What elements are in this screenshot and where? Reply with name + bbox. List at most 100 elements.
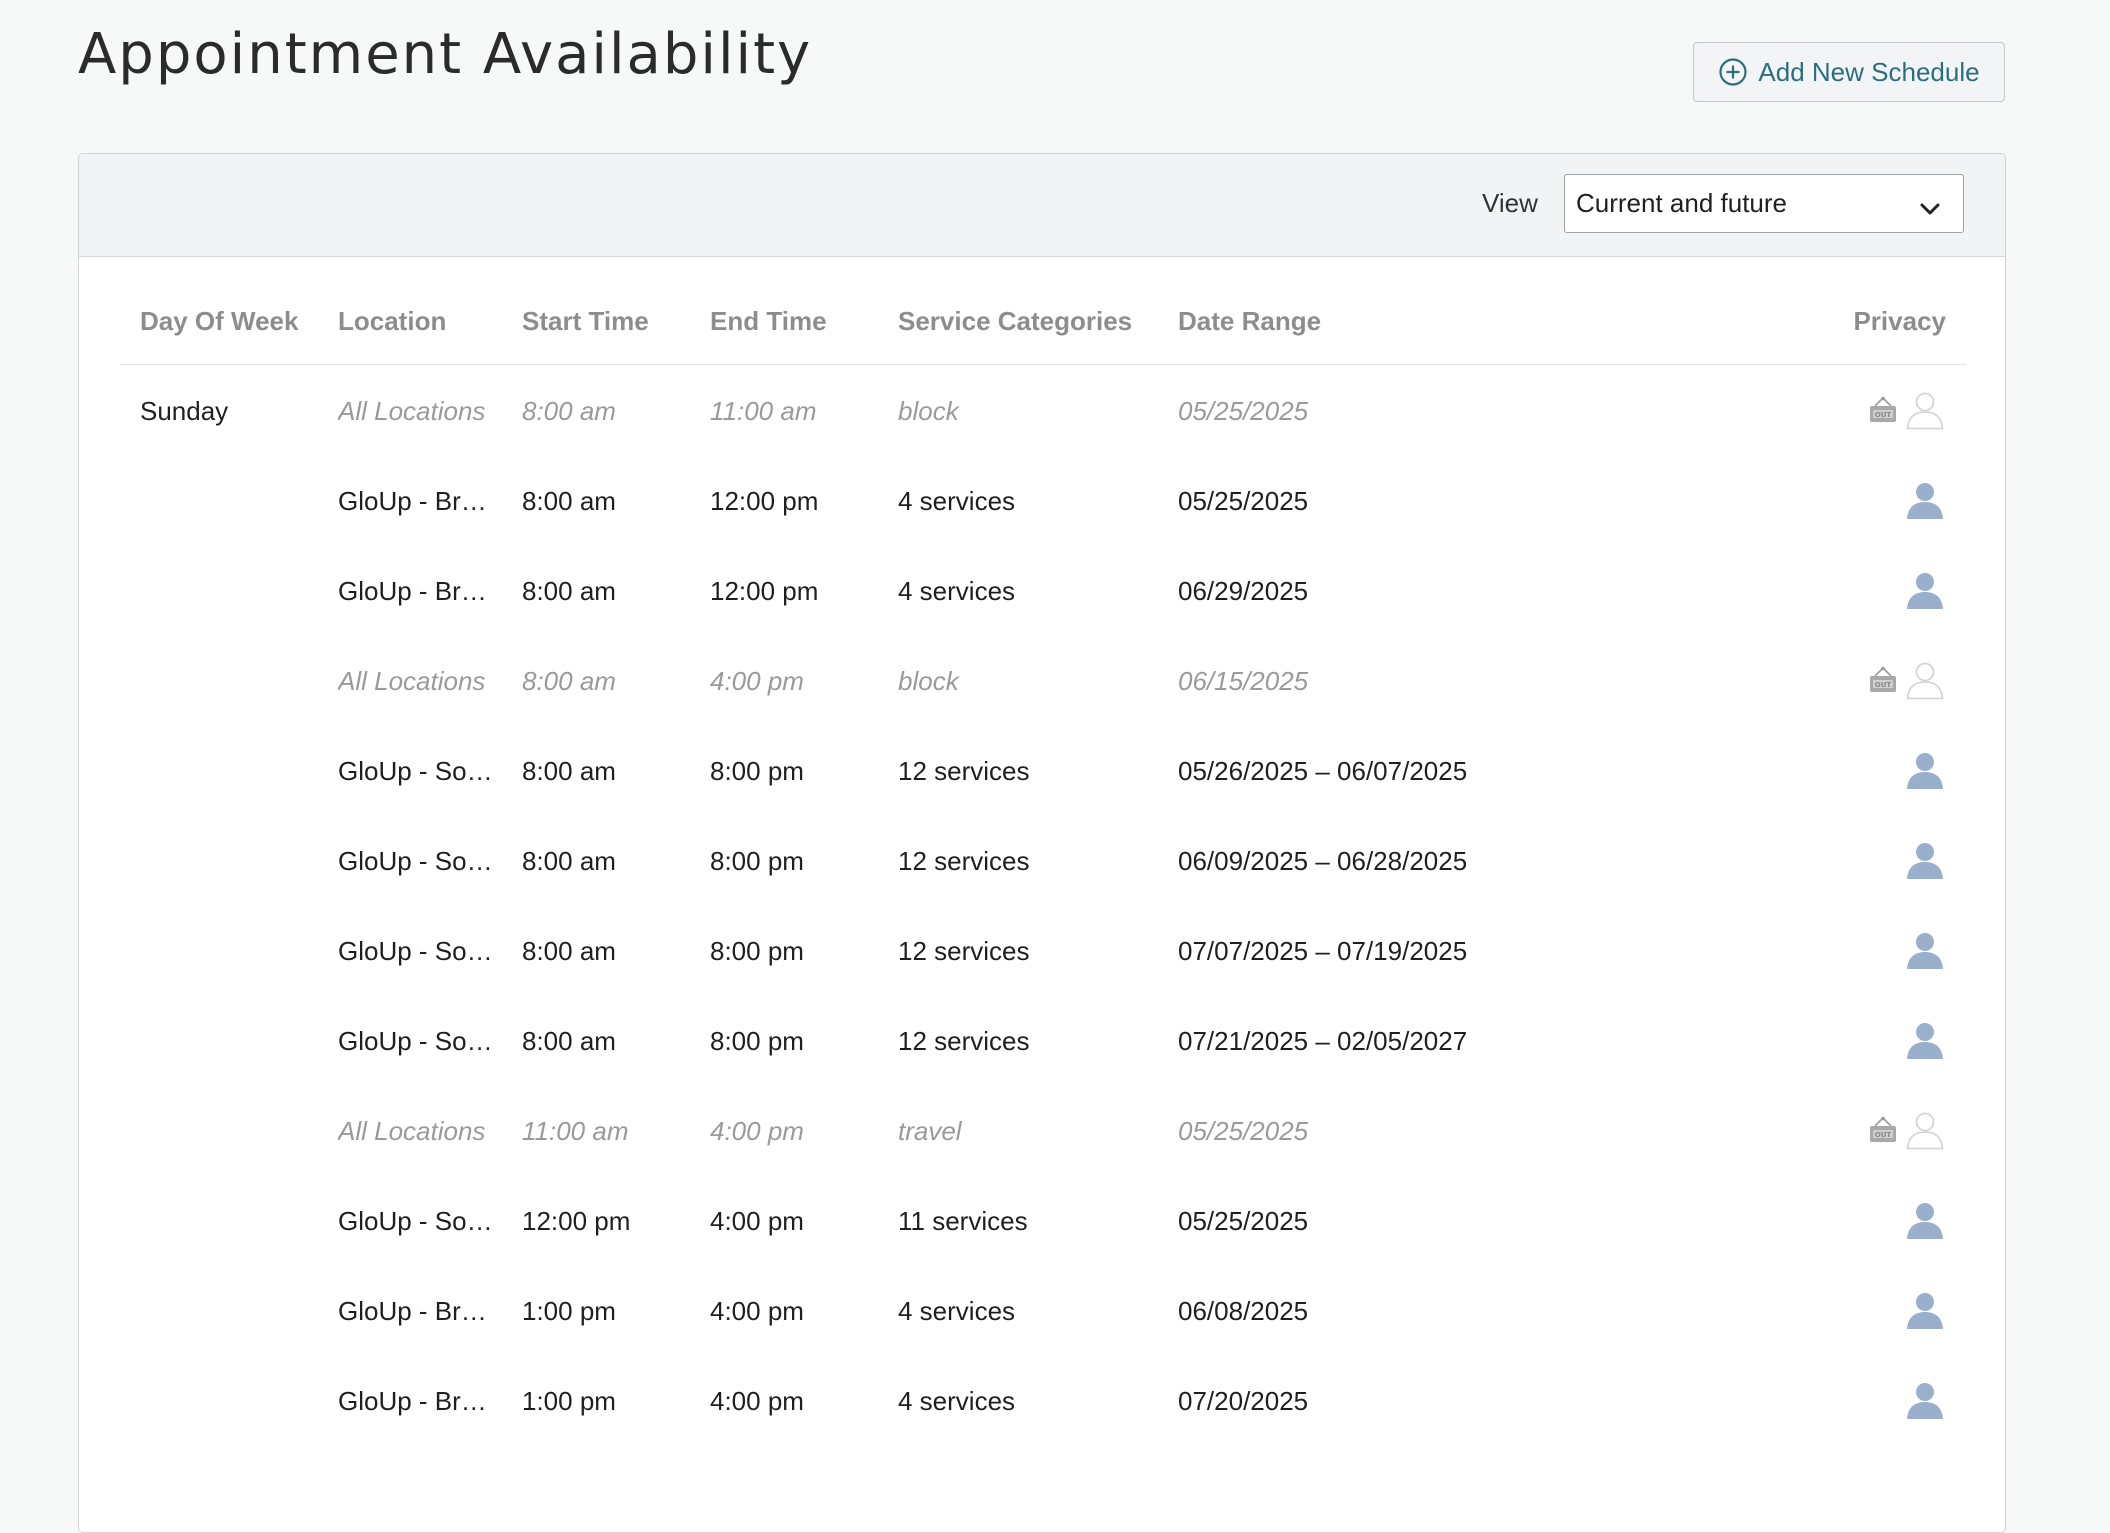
table-row[interactable]: All Locations 8:00 am 4:00 pm block 06/1… (120, 635, 1966, 725)
cell-location: GloUp - Br… (338, 576, 487, 606)
cell-privacy (1904, 1199, 1946, 1241)
cell-location: All Locations (338, 396, 486, 426)
table-row[interactable]: GloUp - So… 8:00 am 8:00 pm 12 services … (120, 905, 1966, 995)
cell-privacy (1904, 1019, 1946, 1061)
cell-start-time: 8:00 am (522, 936, 616, 966)
cell-date-range: 05/25/2025 (1178, 1116, 1309, 1146)
table-row[interactable]: GloUp - So… 12:00 pm 4:00 pm 11 services… (120, 1175, 1966, 1265)
add-new-schedule-button[interactable]: Add New Schedule (1693, 42, 2005, 102)
svg-text:OUT: OUT (1875, 1131, 1892, 1139)
user-filled-icon (1904, 569, 1946, 611)
add-new-schedule-label: Add New Schedule (1758, 56, 1980, 87)
cell-end-time: 4:00 pm (710, 1116, 804, 1146)
table-row[interactable]: GloUp - Br… 1:00 pm 4:00 pm 4 services 0… (120, 1265, 1966, 1355)
cell-date-range: 06/08/2025 (1178, 1296, 1309, 1326)
cell-service-categories: 4 services (898, 576, 1016, 606)
cell-start-time: 8:00 am (522, 576, 616, 606)
cell-privacy (1904, 839, 1946, 881)
cell-location: GloUp - Br… (338, 1386, 487, 1416)
user-filled-icon (1904, 1289, 1946, 1331)
cell-privacy (1904, 749, 1946, 791)
cell-date-range: 07/20/2025 (1178, 1386, 1309, 1416)
cell-end-time: 4:00 pm (710, 1206, 804, 1236)
schedule-table: Day Of Week Location Start Time End Time… (120, 262, 1966, 1445)
cell-privacy: OUT (1868, 1109, 1946, 1151)
cell-location: All Locations (338, 1116, 486, 1146)
page-title: Appointment Availability (78, 22, 813, 87)
table-row[interactable]: GloUp - Br… 1:00 pm 4:00 pm 4 services 0… (120, 1355, 1966, 1445)
cell-date-range: 05/25/2025 (1178, 486, 1309, 516)
cell-start-time: 12:00 pm (522, 1206, 631, 1236)
cell-service-categories: 12 services (898, 936, 1030, 966)
table-row[interactable]: GloUp - Br… 8:00 am 12:00 pm 4 services … (120, 455, 1966, 545)
cell-service-categories: 12 services (898, 1026, 1030, 1056)
column-header-location: Location (338, 306, 447, 336)
user-filled-icon (1904, 1199, 1946, 1241)
cell-date-range: 07/21/2025 – 02/05/2027 (1178, 1026, 1468, 1056)
table-row[interactable]: GloUp - Br… 8:00 am 12:00 pm 4 services … (120, 545, 1966, 635)
cell-date-range: 06/09/2025 – 06/28/2025 (1178, 846, 1468, 876)
table-row[interactable]: GloUp - So… 8:00 am 8:00 pm 12 services … (120, 815, 1966, 905)
cell-end-time: 4:00 pm (710, 666, 804, 696)
user-outline-icon (1904, 1109, 1946, 1151)
panel-toolbar: View Current and future (79, 154, 2005, 257)
cell-date-range: 05/26/2025 – 06/07/2025 (1178, 756, 1468, 786)
cell-start-time: 8:00 am (522, 666, 616, 696)
table-row[interactable]: Sunday All Locations 8:00 am 11:00 am bl… (120, 365, 1966, 455)
out-sign-icon: OUT (1868, 1115, 1898, 1145)
table-row[interactable]: GloUp - So… 8:00 am 8:00 pm 12 services … (120, 995, 1966, 1085)
cell-service-categories: block (898, 396, 959, 426)
user-filled-icon (1904, 929, 1946, 971)
user-outline-icon (1904, 389, 1946, 431)
cell-location: All Locations (338, 666, 486, 696)
out-sign-icon: OUT (1868, 665, 1898, 695)
user-filled-icon (1904, 1379, 1946, 1421)
cell-service-categories: 4 services (898, 1296, 1016, 1326)
table-row[interactable]: GloUp - So… 8:00 am 8:00 pm 12 services … (120, 725, 1966, 815)
cell-location: GloUp - So… (338, 1026, 493, 1056)
cell-service-categories: 4 services (898, 486, 1016, 516)
cell-start-time: 8:00 am (522, 396, 616, 426)
cell-date-range: 05/25/2025 (1178, 396, 1309, 426)
cell-location: GloUp - So… (338, 1206, 493, 1236)
cell-service-categories: 12 services (898, 756, 1030, 786)
cell-start-time: 8:00 am (522, 1026, 616, 1056)
cell-start-time: 8:00 am (522, 756, 616, 786)
cell-privacy (1904, 1289, 1946, 1331)
column-header-service-categories: Service Categories (898, 306, 1133, 336)
column-header-end-time: End Time (710, 306, 827, 336)
column-header-privacy: Privacy (1853, 306, 1946, 336)
cell-end-time: 4:00 pm (710, 1296, 804, 1326)
view-select[interactable]: Current and future (1564, 174, 1964, 233)
table-header: Day Of Week Location Start Time End Time… (120, 262, 1966, 365)
cell-location: GloUp - So… (338, 846, 493, 876)
cell-location: GloUp - Br… (338, 1296, 487, 1326)
cell-date-range: 06/15/2025 (1178, 666, 1309, 696)
out-sign-icon: OUT (1868, 395, 1898, 425)
cell-start-time: 1:00 pm (522, 1296, 616, 1326)
svg-text:OUT: OUT (1875, 411, 1892, 419)
cell-start-time: 11:00 am (522, 1116, 629, 1146)
cell-service-categories: 12 services (898, 846, 1030, 876)
column-header-start-time: Start Time (522, 306, 649, 336)
cell-end-time: 12:00 pm (710, 486, 819, 516)
cell-privacy (1904, 569, 1946, 611)
cell-privacy: OUT (1868, 389, 1946, 431)
table-row[interactable]: All Locations 11:00 am 4:00 pm travel 05… (120, 1085, 1966, 1175)
user-filled-icon (1904, 839, 1946, 881)
cell-location: GloUp - So… (338, 756, 493, 786)
plus-circle-icon (1718, 57, 1748, 87)
cell-location: GloUp - Br… (338, 486, 487, 516)
cell-start-time: 1:00 pm (522, 1386, 616, 1416)
cell-end-time: 8:00 pm (710, 756, 804, 786)
user-outline-icon (1904, 659, 1946, 701)
cell-privacy (1904, 1379, 1946, 1421)
cell-end-time: 11:00 am (710, 396, 817, 426)
user-filled-icon (1904, 1019, 1946, 1061)
view-label: View (1482, 188, 1538, 218)
cell-day: Sunday (140, 396, 229, 426)
cell-end-time: 8:00 pm (710, 936, 804, 966)
user-filled-icon (1904, 749, 1946, 791)
cell-service-categories: block (898, 666, 959, 696)
cell-service-categories: travel (898, 1116, 962, 1146)
